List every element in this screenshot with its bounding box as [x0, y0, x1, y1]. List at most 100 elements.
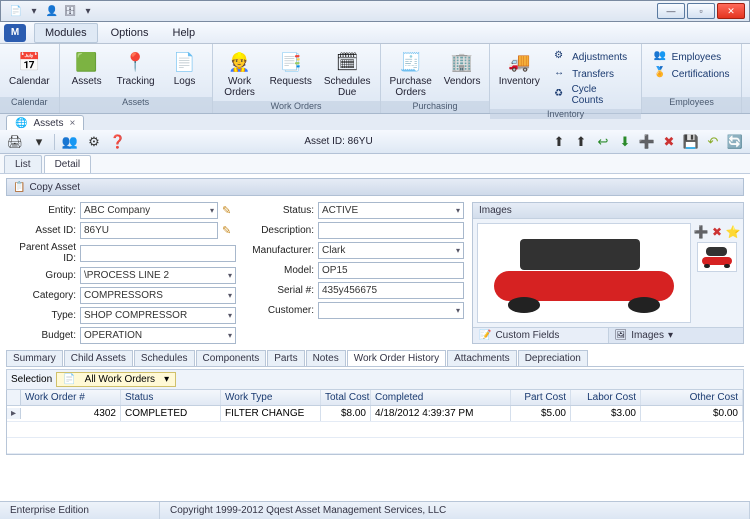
ribbon-button[interactable]: 🟩Assets: [64, 47, 110, 90]
col-other-cost[interactable]: Other Cost: [641, 390, 743, 405]
ribbon-button[interactable]: 🧾PurchaseOrders: [385, 47, 437, 101]
form-col-mid: Status: ACTIVE▾ Description: Manufacture…: [244, 202, 464, 344]
qa-dd-icon[interactable]: ▾: [81, 4, 95, 18]
print-dd-icon[interactable]: ▾: [30, 133, 48, 151]
detail-tab[interactable]: Components: [196, 350, 267, 366]
detail-tab[interactable]: Summary: [6, 350, 63, 366]
detail-tab[interactable]: Parts: [267, 350, 304, 366]
nav-last-icon[interactable]: ⬇: [616, 133, 634, 151]
field-value: ACTIVE: [322, 205, 358, 216]
ribbon-button[interactable]: 📅Calendar: [4, 47, 55, 90]
doc-tab-close[interactable]: ×: [69, 118, 75, 129]
col-completed[interactable]: Completed: [371, 390, 511, 405]
chevron-down-icon: ▾: [228, 331, 232, 340]
field-input[interactable]: SHOP COMPRESSOR▾: [80, 307, 236, 324]
col-work-type[interactable]: Work Type: [221, 390, 321, 405]
detail-tab[interactable]: Attachments: [447, 350, 517, 366]
edit-icon[interactable]: ✎: [222, 224, 236, 237]
qa-icon[interactable]: 👤: [45, 4, 59, 18]
app-orb[interactable]: M: [4, 24, 26, 42]
menu-options[interactable]: Options: [100, 23, 160, 43]
ribbon-button[interactable]: 🏢Vendors: [439, 47, 486, 90]
tab-detail[interactable]: Detail: [44, 155, 92, 173]
col-part-cost[interactable]: Part Cost: [511, 390, 571, 405]
field-input[interactable]: 86YU: [80, 222, 218, 239]
custom-fields-tab[interactable]: 📝 Custom Fields: [473, 328, 609, 343]
menu-help[interactable]: Help: [162, 23, 207, 43]
form-row: Budget: OPERATION▾: [6, 327, 236, 344]
ribbon-list-item[interactable]: 🏅Certifications: [652, 66, 732, 82]
add-button[interactable]: ➕: [638, 133, 656, 151]
settings-icon[interactable]: ⚙: [85, 133, 103, 151]
star-image-icon[interactable]: ⭐: [726, 225, 740, 239]
qa-dd-icon[interactable]: ▾: [27, 4, 41, 18]
close-button[interactable]: ✕: [717, 3, 745, 19]
undo-button[interactable]: ↶: [704, 133, 722, 151]
field-input[interactable]: OPERATION▾: [80, 327, 236, 344]
field-input[interactable]: 435y456675: [318, 282, 464, 299]
maximize-button[interactable]: ▫: [687, 3, 715, 19]
field-input[interactable]: [318, 222, 464, 239]
tab-list[interactable]: List: [4, 155, 42, 173]
qa-icon[interactable]: 🗄: [63, 4, 77, 18]
delete-image-icon[interactable]: ✖: [710, 225, 724, 239]
field-label: Model:: [244, 265, 314, 276]
find-icon[interactable]: 👥: [61, 133, 79, 151]
separator: [54, 134, 55, 150]
field-input[interactable]: ACTIVE▾: [318, 202, 464, 219]
col-work-order[interactable]: Work Order #: [21, 390, 121, 405]
chevron-down-icon: ▾: [456, 246, 460, 255]
detail-tab[interactable]: Work Order History: [347, 350, 446, 366]
field-input[interactable]: ▾: [318, 302, 464, 319]
field-input[interactable]: Clark ▾: [318, 242, 464, 259]
col-total-cost[interactable]: Total Cost: [321, 390, 371, 405]
col-status[interactable]: Status: [121, 390, 221, 405]
detail-tab[interactable]: Schedules: [134, 350, 195, 366]
ribbon-button[interactable]: 👷WorkOrders: [217, 47, 263, 101]
ribbon-button[interactable]: 📄Logs: [162, 47, 208, 90]
ribbon-button[interactable]: 📍Tracking: [112, 47, 160, 90]
doc-tab-assets[interactable]: 🌐 Assets ×: [6, 115, 84, 131]
copy-asset-label: Copy Asset: [29, 182, 80, 193]
image-thumbnail[interactable]: [697, 242, 737, 272]
copy-asset-bar[interactable]: 📋 Copy Asset: [6, 178, 744, 196]
field-value: 86YU: [84, 225, 109, 236]
field-value: Clark: [322, 245, 345, 256]
selection-dropdown[interactable]: 📄 All Work Orders ▾: [56, 372, 176, 387]
ribbon-list-item[interactable]: ↔Transfers: [552, 66, 631, 82]
field-input[interactable]: OP15: [318, 262, 464, 279]
images-tab[interactable]: 🖼 Images ▾: [609, 328, 744, 343]
detail-tab[interactable]: Notes: [306, 350, 346, 366]
minimize-button[interactable]: —: [657, 3, 685, 19]
nav-first-icon[interactable]: ⬆: [550, 133, 568, 151]
menu-modules[interactable]: Modules: [34, 23, 98, 43]
ribbon-list-item[interactable]: ♻Cycle Counts: [552, 83, 631, 107]
ribbon-list-item[interactable]: ⚙Adjustments: [552, 49, 631, 65]
ribbon-button[interactable]: 🗓SchedulesDue: [319, 47, 376, 101]
field-input[interactable]: \PROCESS LINE 2▾: [80, 267, 236, 284]
save-button[interactable]: 💾: [682, 133, 700, 151]
field-input[interactable]: ABC Company▾: [80, 202, 218, 219]
ribbon-button[interactable]: 📑Requests: [265, 47, 317, 90]
nav-prev-icon[interactable]: ⬆: [572, 133, 590, 151]
delete-button[interactable]: ✖: [660, 133, 678, 151]
edit-icon[interactable]: ✎: [222, 204, 236, 217]
help-icon[interactable]: ❓: [109, 133, 127, 151]
refresh-button[interactable]: 🔄: [726, 133, 744, 151]
detail-tab[interactable]: Child Assets: [64, 350, 133, 366]
grid-row[interactable]: ▸ 4302 COMPLETED FILTER CHANGE $8.00 4/1…: [7, 406, 743, 422]
qa-icon[interactable]: 📄: [9, 4, 23, 18]
ribbon-list-item[interactable]: 👥Employees: [652, 49, 732, 65]
col-labor-cost[interactable]: Labor Cost: [571, 390, 641, 405]
copy-icon: 📋: [13, 182, 25, 193]
selection-row: Selection 📄 All Work Orders ▾: [6, 369, 744, 390]
detail-tab[interactable]: Depreciation: [518, 350, 588, 366]
field-input[interactable]: COMPRESSORS▾: [80, 287, 236, 304]
add-image-icon[interactable]: ➕: [694, 225, 708, 239]
ribbon-button[interactable]: 🚚Inventory: [494, 47, 544, 90]
print-icon[interactable]: 🖨: [6, 133, 24, 151]
nav-next-icon[interactable]: ↩: [594, 133, 612, 151]
main-image[interactable]: [477, 223, 691, 323]
field-value: ABC Company: [84, 205, 150, 216]
field-input[interactable]: [80, 245, 236, 262]
